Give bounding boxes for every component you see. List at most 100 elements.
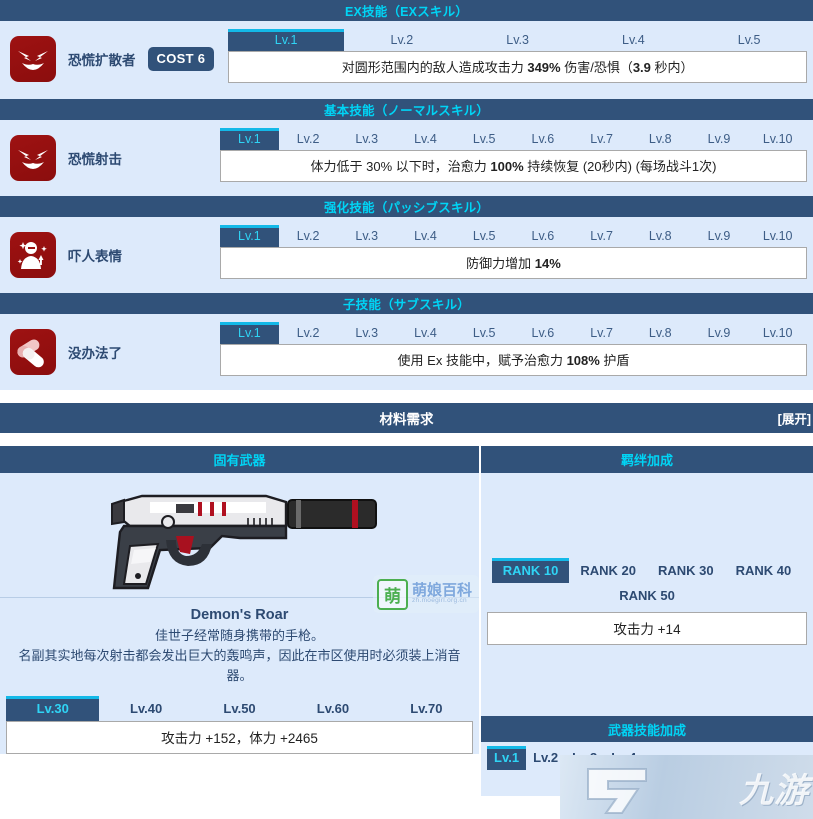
level-tab-sub-lv3[interactable]: Lv.3: [337, 322, 396, 344]
level-tabs-ex: Lv.1 Lv.2 Lv.3 Lv.4 Lv.5: [228, 29, 807, 51]
bond-rank-area: RANK 10 RANK 20 RANK 30 RANK 40 RANK 50 攻击力…: [487, 473, 807, 645]
level-tab-passive-lv1[interactable]: Lv.1: [220, 225, 279, 247]
level-tab-normal-lv1[interactable]: Lv.1: [220, 128, 279, 150]
skill-description-normal: 体力低于 30% 以下时，治愈力 100% 持续恢复 (20秒内) (每场战斗1…: [220, 150, 807, 182]
level-tab-sub-lv2[interactable]: Lv.2: [279, 322, 338, 344]
skill-description-sub: 使用 Ex 技能中，赋予治愈力 108% 护盾: [220, 344, 807, 376]
weapon-level-tab-lv30[interactable]: Lv.30: [6, 696, 100, 722]
cost-badge: COST 6: [147, 47, 215, 71]
skill-description-ex: 对圆形范围内的敌人造成攻击力 349% 伤害/恐惧（3.9 秒内）: [228, 51, 807, 83]
level-tab-ex-lv1[interactable]: Lv.1: [228, 29, 345, 51]
level-tab-sub-lv10[interactable]: Lv.10: [748, 322, 807, 344]
bond-rank-tab-rank-50[interactable]: RANK 50: [608, 583, 686, 608]
level-tab-passive-lv7[interactable]: Lv.7: [572, 225, 631, 247]
bond-rank-tab-rank-10[interactable]: RANK 10: [491, 558, 570, 583]
level-tab-passive-lv8[interactable]: Lv.8: [631, 225, 690, 247]
level-tab-normal-lv4[interactable]: Lv.4: [396, 128, 455, 150]
level-tab-passive-lv6[interactable]: Lv.6: [514, 225, 573, 247]
level-tab-ex-lv2[interactable]: Lv.2: [344, 29, 460, 51]
level-tab-passive-lv10[interactable]: Lv.10: [748, 225, 807, 247]
bond-rank-row-2: RANK 50: [487, 583, 807, 608]
level-tab-normal-lv2[interactable]: Lv.2: [279, 128, 338, 150]
level-tab-normal-lv5[interactable]: Lv.5: [455, 128, 514, 150]
level-tabs-normal: Lv.1 Lv.2 Lv.3 Lv.4 Lv.5 Lv.6 Lv.7 Lv.8 Lv.9 Lv.1…: [220, 128, 807, 150]
materials-title: 材料需求: [379, 412, 434, 427]
bond-rank-tab-rank-40[interactable]: RANK 40: [725, 558, 803, 583]
weapon-level-tab-lv70[interactable]: Lv.70: [380, 696, 473, 721]
level-tab-passive-lv5[interactable]: Lv.5: [455, 225, 514, 247]
level-tab-sub-lv7[interactable]: Lv.7: [572, 322, 631, 344]
weapon-column-header: 固有武器: [0, 446, 479, 473]
spacer: [0, 390, 813, 403]
bond-rank-tab-rank-20[interactable]: RANK 20: [569, 558, 647, 583]
level-tab-normal-lv6[interactable]: Lv.6: [514, 128, 573, 150]
skill-block-normal: 恐慌射击 Lv.1 Lv.2 Lv.3 Lv.4 Lv.5 Lv.6 Lv.7 Lv.8 Lv.…: [0, 120, 813, 196]
weapon-column-body: Demon's Roar 佳世子经常随身携带的手枪。 名副其实地每次射击都会发出…: [0, 473, 479, 755]
weapon-skill-tab-lv1[interactable]: Lv.1: [487, 746, 527, 770]
level-tab-passive-lv3[interactable]: Lv.3: [337, 225, 396, 247]
skill-name-sub: 没办法了: [68, 346, 122, 361]
weapon-level-area: Lv.30 Lv.40 Lv.50 Lv.60 Lv.70 攻击力 +152，体力 +2…: [0, 696, 479, 755]
weapon-skill-tab-lv3[interactable]: Lv.3: [565, 746, 604, 770]
weapon-description: 佳世子经常随身携带的手枪。 名副其实地每次射击都会发出巨大的轰鸣声，因此在市区使…: [0, 623, 479, 696]
weapon-skill-tabs: Lv.1 Lv.2 Lv.3 Lv.4: [481, 742, 661, 770]
bond-column-body: RANK 10 RANK 20 RANK 30 RANK 40 RANK 50 攻击力…: [481, 473, 813, 716]
weapon-skill-body: Lv.1 Lv.2 Lv.3 Lv.4: [481, 742, 813, 796]
level-tab-passive-lv9[interactable]: Lv.9: [690, 225, 749, 247]
section-header-ex-skill: EX技能（EXスキル）: [0, 0, 813, 21]
level-tab-passive-lv2[interactable]: Lv.2: [279, 225, 338, 247]
section-header-sub-skill: 子技能（サブスキル）: [0, 293, 813, 314]
level-tab-sub-lv1[interactable]: Lv.1: [220, 322, 279, 344]
materials-section-header[interactable]: 材料需求 [展开]: [0, 403, 813, 433]
skill-block-passive: 吓人表情 Lv.1 Lv.2 Lv.3 Lv.4 Lv.5 Lv.6 Lv.7 Lv.8 Lv.…: [0, 217, 813, 293]
materials-expand-toggle[interactable]: [展开]: [778, 409, 811, 428]
level-tab-normal-lv10[interactable]: Lv.10: [748, 128, 807, 150]
weapon-level-tab-lv50[interactable]: Lv.50: [193, 696, 286, 721]
level-tab-normal-lv7[interactable]: Lv.7: [572, 128, 631, 150]
weapon-name: Demon's Roar: [190, 607, 289, 623]
level-tab-ex-lv5[interactable]: Lv.5: [691, 29, 807, 51]
skill-sub-identity: 没办法了: [10, 322, 206, 375]
demon-face-icon: [10, 135, 56, 181]
level-tab-normal-lv3[interactable]: Lv.3: [337, 128, 396, 150]
skill-passive-levels: Lv.1 Lv.2 Lv.3 Lv.4 Lv.5 Lv.6 Lv.7 Lv.8 Lv.9 Lv.1…: [220, 225, 807, 279]
level-tab-sub-lv4[interactable]: Lv.4: [396, 322, 455, 344]
capsule-pills-icon: [10, 329, 56, 375]
skill-name-ex: 恐慌扩散者: [68, 53, 136, 68]
spacer-2: [0, 433, 813, 446]
weapon-level-tabs: Lv.30 Lv.40 Lv.50 Lv.60 Lv.70: [6, 696, 473, 722]
level-tab-ex-lv3[interactable]: Lv.3: [460, 29, 576, 51]
level-tab-passive-lv4[interactable]: Lv.4: [396, 225, 455, 247]
bottom-columns: 固有武器 Demon's Roar 佳世子经常随身携带的手枪。 名副其实地每次射…: [0, 446, 813, 796]
level-tab-sub-lv9[interactable]: Lv.9: [690, 322, 749, 344]
skill-block-ex: 恐慌扩散者 COST 6 Lv.1 Lv.2 Lv.3 Lv.4 Lv.5 对圆形范围内…: [0, 21, 813, 99]
level-tab-normal-lv8[interactable]: Lv.8: [631, 128, 690, 150]
skill-name-normal: 恐慌射击: [68, 152, 122, 167]
demon-face-icon: [10, 36, 56, 82]
level-tab-ex-lv4[interactable]: Lv.4: [576, 29, 692, 51]
scary-face-icon: [10, 232, 56, 278]
weapon-description-line-1: 佳世子经常随身携带的手枪。: [154, 628, 324, 643]
weapon-skill-tab-lv2[interactable]: Lv.2: [526, 746, 565, 770]
skill-normal-identity: 恐慌射击: [10, 128, 206, 181]
weapon-skill-tab-lv4[interactable]: Lv.4: [604, 746, 643, 770]
weapon-level-tab-lv60[interactable]: Lv.60: [286, 696, 379, 721]
weapon-level-tab-lv40[interactable]: Lv.40: [99, 696, 192, 721]
skill-description-passive: 防御力增加 14%: [220, 247, 807, 279]
bond-column-header: 羁绊加成: [481, 446, 813, 473]
level-tab-sub-lv6[interactable]: Lv.6: [514, 322, 573, 344]
skill-ex-levels: Lv.1 Lv.2 Lv.3 Lv.4 Lv.5 对圆形范围内的敌人造成攻击力 349%…: [228, 29, 807, 83]
bond-rank-tab-rank-30[interactable]: RANK 30: [647, 558, 725, 583]
weapon-column: 固有武器 Demon's Roar 佳世子经常随身携带的手枪。 名副其实地每次射…: [0, 446, 479, 796]
level-tab-sub-lv5[interactable]: Lv.5: [455, 322, 514, 344]
section-header-normal-skill: 基本技能（ノーマルスキル）: [0, 99, 813, 120]
bond-column: 羁绊加成 RANK 10 RANK 20 RANK 30 RANK 40 RANK 5…: [479, 446, 813, 796]
skill-normal-levels: Lv.1 Lv.2 Lv.3 Lv.4 Lv.5 Lv.6 Lv.7 Lv.8 Lv.9 Lv.1…: [220, 128, 807, 182]
weapon-description-line-2: 名副其实地每次射击都会发出巨大的轰鸣声，因此在市区使用时必须装上消音器。: [18, 648, 461, 684]
level-tab-normal-lv9[interactable]: Lv.9: [690, 128, 749, 150]
level-tab-sub-lv8[interactable]: Lv.8: [631, 322, 690, 344]
bond-rank-row-1: RANK 10 RANK 20 RANK 30 RANK 40: [487, 558, 807, 583]
level-tabs-sub: Lv.1 Lv.2 Lv.3 Lv.4 Lv.5 Lv.6 Lv.7 Lv.8 Lv.9 Lv.1…: [220, 322, 807, 344]
skill-passive-identity: 吓人表情: [10, 225, 206, 278]
weapon-skill-header: 武器技能加成: [481, 716, 813, 742]
